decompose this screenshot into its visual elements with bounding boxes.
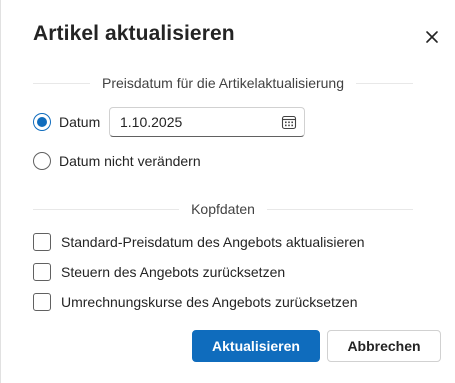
date-radio-option[interactable]: Datum: [33, 113, 100, 131]
keep-date-radio[interactable]: [33, 152, 51, 170]
reset-exchange-rates-label: Umrechnungskurse des Angebots zurücksetz…: [61, 294, 358, 310]
divider: [33, 208, 180, 210]
header-data-section-header: Kopfdaten: [33, 200, 413, 218]
update-button[interactable]: Aktualisieren: [192, 330, 320, 362]
keep-date-radio-option[interactable]: Datum nicht verändern: [33, 152, 201, 170]
update-price-date-checkbox[interactable]: [33, 233, 51, 251]
divider: [266, 208, 413, 210]
dialog-title: Artikel aktualisieren: [33, 22, 235, 45]
date-input-field[interactable]: 1.10.2025: [109, 107, 305, 137]
update-price-date-option[interactable]: Standard-Preisdatum des Angebots aktuali…: [33, 233, 365, 251]
price-date-section-label: Preisdatum für die Artikelaktualisierung: [102, 75, 345, 91]
divider: [33, 82, 90, 84]
cancel-button[interactable]: Abbrechen: [327, 330, 441, 362]
keep-date-radio-label: Datum nicht verändern: [59, 153, 201, 169]
header-data-section-label: Kopfdaten: [191, 201, 255, 217]
update-price-date-label: Standard-Preisdatum des Angebots aktuali…: [61, 234, 365, 250]
date-radio-label: Datum: [59, 114, 101, 130]
reset-exchange-rates-option[interactable]: Umrechnungskurse des Angebots zurücksetz…: [33, 293, 358, 311]
close-button[interactable]: [419, 24, 445, 50]
date-input-value: 1.10.2025: [120, 114, 183, 130]
divider: [356, 82, 414, 84]
update-items-dialog: Artikel aktualisieren Preisdatum für die…: [0, 0, 455, 383]
date-radio[interactable]: [33, 113, 51, 131]
reset-exchange-rates-checkbox[interactable]: [33, 293, 51, 311]
calendar-icon[interactable]: [274, 108, 304, 136]
reset-taxes-label: Steuern des Angebots zurücksetzen: [61, 264, 286, 280]
close-icon: [426, 31, 438, 43]
reset-taxes-checkbox[interactable]: [33, 263, 51, 281]
price-date-section-header: Preisdatum für die Artikelaktualisierung: [33, 74, 414, 92]
reset-taxes-option[interactable]: Steuern des Angebots zurücksetzen: [33, 263, 285, 281]
